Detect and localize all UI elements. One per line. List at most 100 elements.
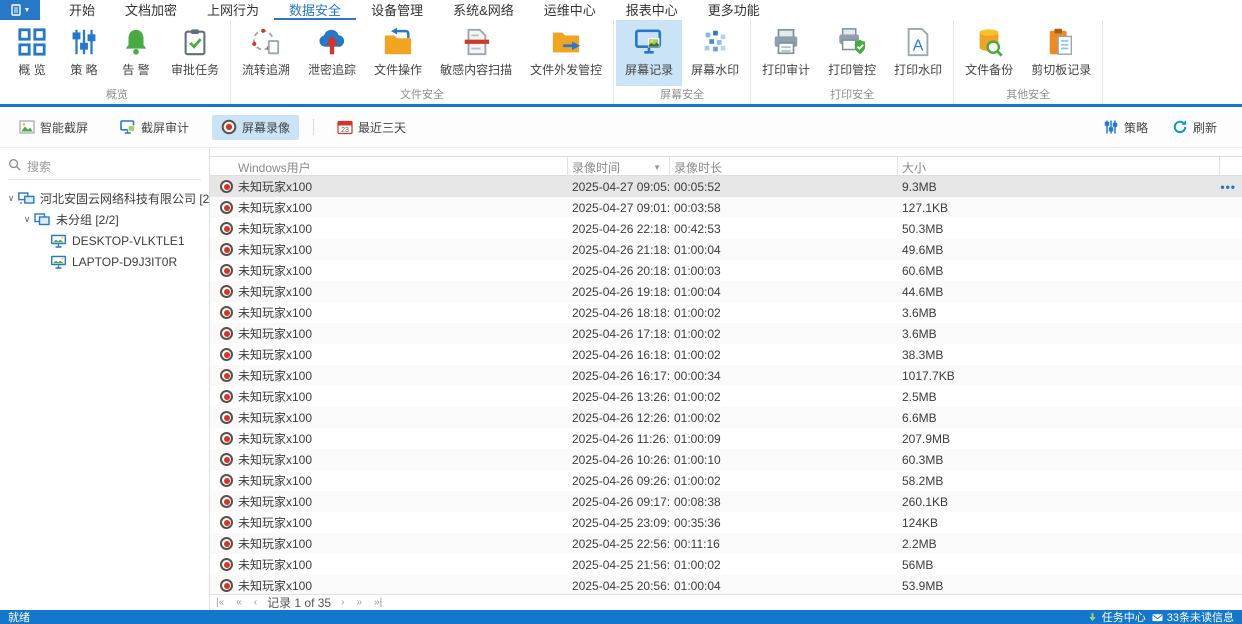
table-row[interactable]: 未知玩家x1002025-04-26 18:18:3701:00:023.6MB… (210, 302, 1242, 323)
ribbon-button[interactable]: 泄密追踪 (299, 20, 365, 86)
table-row[interactable]: 未知玩家x1002025-04-26 17:18:3401:00:023.6MB… (210, 323, 1242, 344)
table-row[interactable]: 未知玩家x1002025-04-25 23:09:3200:35:36124KB… (210, 512, 1242, 533)
table-row[interactable]: 未知玩家x1002025-04-26 21:18:4701:00:0449.6M… (210, 239, 1242, 260)
unread-messages-button[interactable]: 33条未读信息 (1152, 609, 1234, 624)
ribbon-button[interactable]: 文件操作 (365, 20, 431, 86)
column-header-time[interactable]: 录像时间▼ (568, 157, 670, 177)
table-row[interactable]: 未知玩家x1002025-04-26 20:18:4401:00:0360.6M… (210, 260, 1242, 281)
ribbon-button[interactable]: 敏感内容扫描 (431, 20, 521, 86)
tree-item[interactable]: LAPTOP-D9J3IT0R (0, 251, 209, 272)
column-header-size[interactable]: 大小 (898, 157, 1220, 177)
first-page-button[interactable]: |« (214, 597, 226, 608)
refresh-button[interactable]: 刷新 (1163, 115, 1226, 140)
cell-duration: 00:08:38 (670, 495, 898, 509)
unread-messages-label: 33条未读信息 (1167, 609, 1234, 624)
table-row[interactable]: 未知玩家x1002025-04-26 22:18:5200:42:5350.3M… (210, 218, 1242, 239)
table-row[interactable]: 未知玩家x1002025-04-27 09:05:4500:05:529.3MB… (210, 176, 1242, 197)
ribbon-button[interactable]: 屏幕水印 (682, 20, 748, 86)
fast-prev-button[interactable]: « (234, 597, 244, 608)
tree-item-label: 未分组 [2/2] (56, 211, 119, 228)
menu-tab-4[interactable]: 数据安全 (274, 0, 356, 20)
menu-tab-7[interactable]: 运维中心 (529, 0, 611, 20)
ribbon-group-buttons: 文件备份剪切板记录 (956, 20, 1100, 86)
screen-watermark-icon (699, 26, 731, 58)
menu-tab-6[interactable]: 系统&网络 (438, 0, 529, 20)
record-icon (220, 537, 233, 550)
file-backup-icon (973, 26, 1005, 58)
tree-item[interactable]: ∨ 未分组 [2/2] (0, 209, 209, 230)
ribbon-button[interactable]: 文件外发管控 (521, 20, 611, 86)
menu-tab-3[interactable]: 上网行为 (192, 0, 274, 20)
fast-next-button[interactable]: » (354, 597, 364, 608)
prev-page-button[interactable]: ‹ (252, 597, 259, 608)
ribbon-button[interactable]: 屏幕记录 (616, 20, 682, 86)
filter-dropdown-icon[interactable]: ▼ (653, 163, 665, 172)
row-actions-button[interactable]: ••• (1220, 180, 1242, 194)
record-icon (220, 474, 233, 487)
table-row[interactable]: 未知玩家x1002025-04-26 19:18:3901:00:0444.6M… (210, 281, 1242, 302)
table-row[interactable]: 未知玩家x1002025-04-26 09:17:0700:08:38260.1… (210, 491, 1242, 512)
cell-time: 2025-04-26 16:17:45 (568, 369, 670, 383)
menu-tab-9[interactable]: 更多功能 (693, 0, 775, 20)
toolbar-button[interactable]: 23最近三天 (328, 115, 415, 140)
table-row[interactable]: 未知玩家x1002025-04-26 09:26:2201:00:0258.2M… (210, 470, 1242, 491)
tree-item[interactable]: ∨河北安固云网络科技有限公司 [2/2] (0, 188, 209, 209)
ribbon-button[interactable]: A打印水印 (885, 20, 951, 86)
column-header-duration[interactable]: 录像时长 (670, 157, 898, 177)
tree-item[interactable]: DESKTOP-VLKTLE1 (0, 230, 209, 251)
menu-tab-2[interactable]: 文档加密 (110, 0, 192, 20)
menu-tab-8[interactable]: 报表中心 (611, 0, 693, 20)
task-center-button[interactable]: 任务中心 (1087, 609, 1146, 624)
table-row[interactable]: 未知玩家x1002025-04-27 09:01:3400:03:58127.1… (210, 197, 1242, 218)
cell-time: 2025-04-26 19:18:39 (568, 285, 670, 299)
cell-time: 2025-04-26 16:18:31 (568, 348, 670, 362)
last-page-button[interactable]: »| (372, 597, 384, 608)
table-row[interactable]: 未知玩家x1002025-04-25 21:56:5401:00:0256MB•… (210, 554, 1242, 575)
ribbon-button[interactable]: 流转追溯 (233, 20, 299, 86)
table-row[interactable]: 未知玩家x1002025-04-26 12:26:4501:00:026.6MB… (210, 407, 1242, 428)
ribbon-button[interactable]: 审批任务 (162, 20, 228, 86)
toolbar-button[interactable]: 智能截屏 (10, 115, 97, 140)
table-body: 未知玩家x1002025-04-27 09:05:4500:05:529.3MB… (210, 176, 1242, 594)
screen-audit-icon (120, 119, 136, 135)
ribbon-group-label: 屏幕安全 (616, 86, 748, 104)
ribbon-button[interactable]: 文件备份 (956, 20, 1022, 86)
ribbon-button[interactable]: 概 览 (6, 20, 58, 86)
ribbon-button[interactable]: 策 略 (58, 20, 110, 86)
cell-duration: 01:00:04 (670, 285, 898, 299)
cell-time: 2025-04-26 20:18:44 (568, 264, 670, 278)
search-input[interactable] (27, 160, 201, 174)
ribbon-button[interactable]: 打印管控 (819, 20, 885, 86)
cell-duration: 01:00:02 (670, 474, 898, 488)
cell-user: 未知玩家x100 (234, 493, 568, 510)
table-row[interactable]: 未知玩家x1002025-04-26 13:26:4801:00:022.5MB… (210, 386, 1242, 407)
toolbar-button-label: 屏幕录像 (242, 119, 290, 136)
table-row[interactable]: 未知玩家x1002025-04-26 10:26:2401:00:1060.3M… (210, 449, 1242, 470)
toolbar-button[interactable]: 截屏审计 (111, 115, 198, 140)
menu-tab-1[interactable]: 开始 (54, 0, 110, 20)
ribbon-button[interactable]: 剪切板记录 (1022, 20, 1100, 86)
next-page-button[interactable]: › (339, 597, 346, 608)
toolbar-separator (313, 119, 314, 135)
cell-user: 未知玩家x100 (234, 367, 568, 384)
ribbon-button-label: 文件操作 (374, 61, 422, 78)
column-header-user[interactable]: Windows用户 (234, 157, 568, 177)
chevron-down-icon[interactable]: ∨ (20, 214, 34, 225)
cell-user: 未知玩家x100 (234, 346, 568, 363)
toolbar-button-label: 策略 (1124, 119, 1148, 136)
ribbon-button[interactable]: 打印审计 (753, 20, 819, 86)
policy-button[interactable]: 策略 (1094, 115, 1157, 140)
cell-record-icon (210, 201, 234, 214)
chevron-down-icon[interactable]: ∨ (4, 193, 18, 204)
app-menu-button[interactable]: ▼ (0, 0, 40, 20)
cell-time: 2025-04-26 10:26:24 (568, 453, 670, 467)
table-row[interactable]: 未知玩家x1002025-04-26 16:17:4500:00:341017.… (210, 365, 1242, 386)
ribbon-button[interactable]: 告 警 (110, 20, 162, 86)
download-arrow-icon (1087, 612, 1098, 623)
menu-tab-5[interactable]: 设备管理 (356, 0, 438, 20)
table-row[interactable]: 未知玩家x1002025-04-25 20:56:4901:00:0453.9M… (210, 575, 1242, 594)
table-row[interactable]: 未知玩家x1002025-04-26 11:26:3501:00:09207.9… (210, 428, 1242, 449)
toolbar-button[interactable]: 屏幕录像 (212, 115, 299, 140)
table-row[interactable]: 未知玩家x1002025-04-26 16:18:3101:00:0238.3M… (210, 344, 1242, 365)
table-row[interactable]: 未知玩家x1002025-04-25 22:56:5700:11:162.2MB… (210, 533, 1242, 554)
